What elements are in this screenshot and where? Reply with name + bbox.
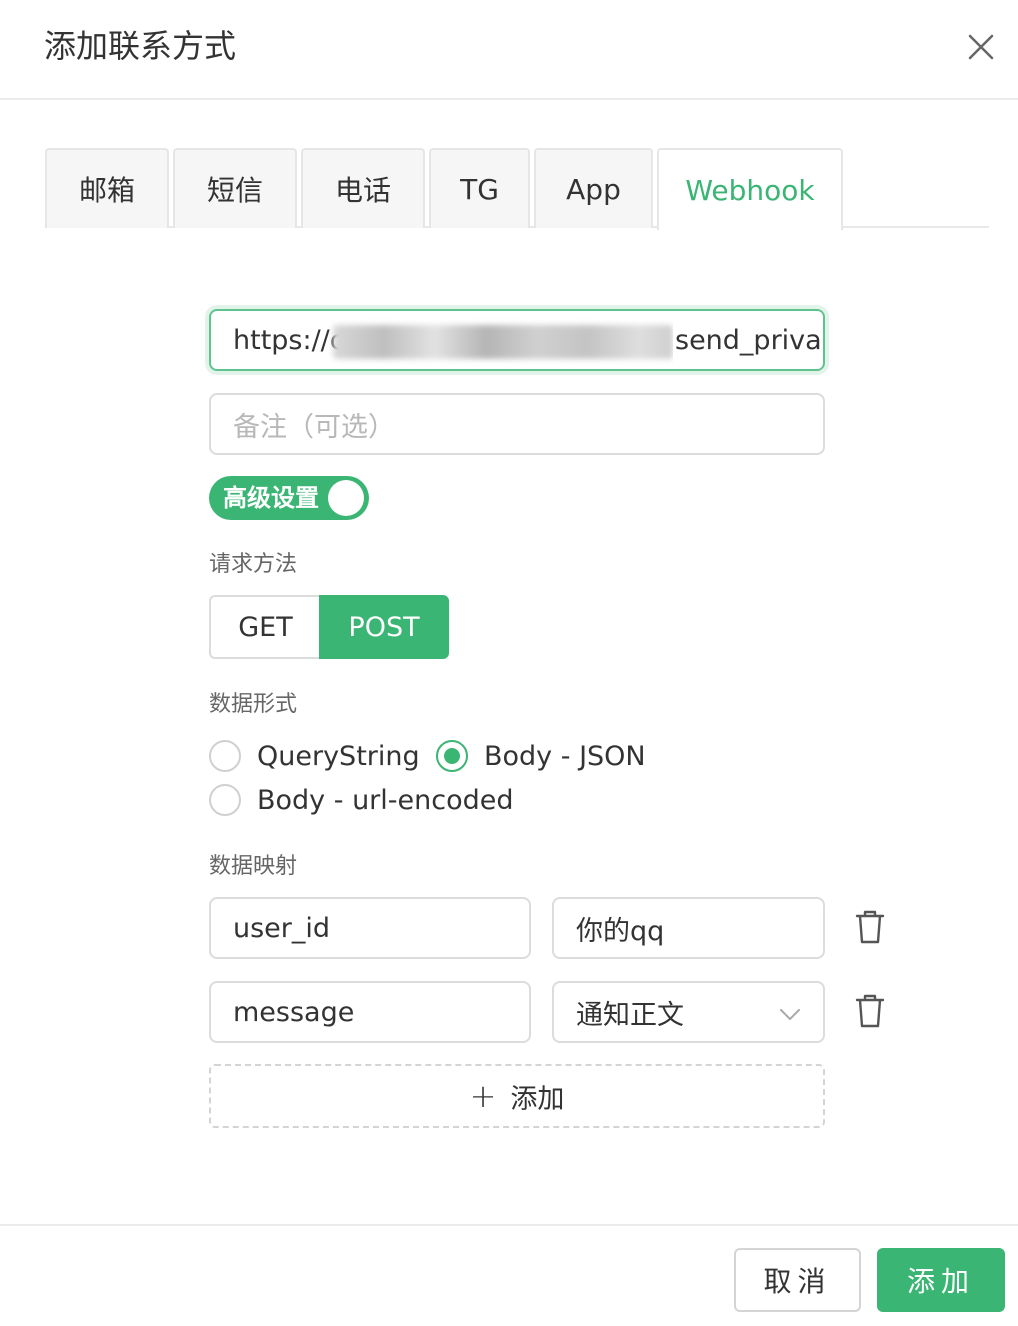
advanced-settings-toggle[interactable]: 高级设置	[209, 476, 369, 520]
tab-sms[interactable]: 短信	[173, 148, 297, 228]
add-mapping-button[interactable]: + 添加	[209, 1064, 825, 1128]
radio-label: QueryString	[257, 740, 420, 772]
radio-checked-icon	[436, 740, 468, 772]
plus-icon: +	[469, 1077, 497, 1115]
toggle-knob	[328, 480, 364, 516]
advanced-settings-label: 高级设置	[223, 484, 319, 512]
data-mapping-label: 数据映射	[209, 854, 298, 879]
contact-type-tabs: 邮箱 短信 电话 TG App Webhook	[45, 148, 989, 230]
chevron-down-icon	[780, 1009, 800, 1020]
confirm-add-button[interactable]: 添加	[877, 1248, 1005, 1312]
dialog-header: 添加联系方式	[0, 0, 1018, 100]
close-icon[interactable]	[962, 28, 1000, 66]
mapping-key-input[interactable]: user_id	[209, 897, 531, 959]
radio-label: Body - url-encoded	[257, 784, 514, 816]
webhook-url-input[interactable]: https://c send_priva	[209, 309, 825, 371]
radio-querystring[interactable]: QueryString	[209, 740, 420, 772]
url-text-tail: send_priva	[673, 311, 822, 369]
method-get-button[interactable]: GET	[209, 595, 320, 659]
data-format-label: 数据形式	[209, 692, 298, 717]
tab-email[interactable]: 邮箱	[45, 148, 169, 228]
add-mapping-label: 添加	[510, 1083, 565, 1115]
method-label: 请求方法	[209, 552, 298, 577]
cancel-button[interactable]: 取消	[734, 1248, 861, 1312]
mapping-key-value: user_id	[233, 912, 331, 944]
url-text: https://c	[233, 324, 345, 356]
mapping-key-input[interactable]: message	[209, 981, 531, 1043]
method-post-button[interactable]: POST	[319, 595, 449, 659]
tab-phone[interactable]: 电话	[301, 148, 425, 228]
dialog-title: 添加联系方式	[44, 27, 237, 65]
trash-icon[interactable]	[855, 910, 885, 944]
dialog-footer: 取消 添加	[0, 1224, 1018, 1326]
radio-body-json[interactable]: Body - JSON	[436, 740, 646, 772]
mapping-key-value: message	[233, 996, 355, 1028]
radio-body-urlencoded[interactable]: Body - url-encoded	[209, 784, 514, 816]
radio-label: Body - JSON	[484, 740, 646, 772]
mapping-value-select[interactable]: 通知正文	[552, 981, 825, 1043]
url-redacted	[333, 325, 673, 359]
note-input[interactable]: 备注（可选）	[209, 393, 825, 455]
radio-circle-icon	[209, 784, 241, 816]
mapping-value-input[interactable]: 你的qq	[552, 897, 825, 959]
radio-circle-icon	[209, 740, 241, 772]
tab-webhook[interactable]: Webhook	[657, 148, 843, 230]
note-placeholder: 备注（可选）	[233, 411, 395, 443]
mapping-value-text: 你的qq	[576, 915, 665, 947]
trash-icon[interactable]	[855, 994, 885, 1028]
tab-app[interactable]: App	[534, 148, 653, 228]
tab-tg[interactable]: TG	[429, 148, 530, 228]
mapping-value-text: 通知正文	[576, 999, 684, 1031]
